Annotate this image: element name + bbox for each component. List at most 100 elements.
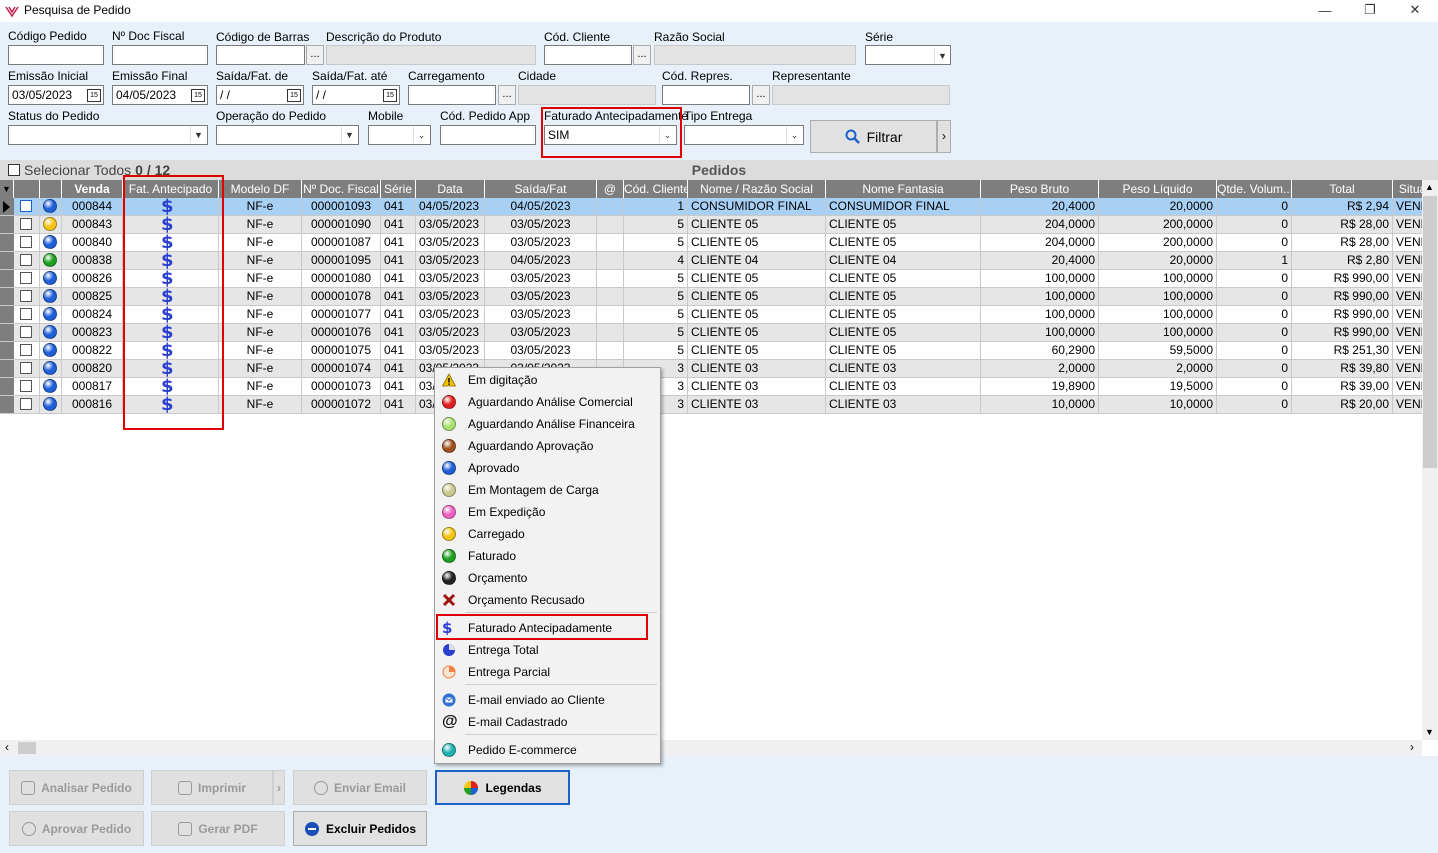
row-checkbox[interactable] <box>20 236 32 248</box>
serie-dropdown-icon[interactable]: ▼ <box>934 48 950 64</box>
row-cell-cod[interactable]: 5 <box>624 324 688 342</box>
row-cell-email[interactable] <box>597 324 624 342</box>
row-cell-fantasia[interactable]: CONSUMIDOR FINAL <box>826 198 981 216</box>
column-header[interactable]: @ <box>597 180 624 198</box>
row-cell-total[interactable]: R$ 20,00 <box>1292 396 1393 414</box>
row-cell-situa[interactable]: VEND <box>1393 324 1422 342</box>
row-cell-bruto[interactable]: 20,4000 <box>981 198 1099 216</box>
row-cell-situa[interactable]: VEND <box>1393 216 1422 234</box>
column-header[interactable]: Nome Fantasia <box>826 180 981 198</box>
vertical-scroll-thumb[interactable] <box>1423 196 1437 468</box>
row-cell-serie[interactable]: 041 <box>381 270 416 288</box>
row-cell-fantasia[interactable]: CLIENTE 05 <box>826 216 981 234</box>
column-header[interactable]: Data <box>416 180 485 198</box>
row-select-cell[interactable] <box>14 270 40 288</box>
row-cell-cod[interactable]: 5 <box>624 342 688 360</box>
row-indicator[interactable] <box>0 396 14 414</box>
close-button[interactable]: ✕ <box>1395 0 1435 20</box>
row-cell-data[interactable]: 03/05/2023 <box>416 288 485 306</box>
cod-repres-input[interactable] <box>662 85 750 105</box>
row-cell-total[interactable]: R$ 39,00 <box>1292 378 1393 396</box>
row-indicator[interactable] <box>0 288 14 306</box>
row-cell-liquido[interactable]: 200,0000 <box>1099 216 1217 234</box>
excluir-pedidos-button[interactable]: Excluir Pedidos <box>293 811 427 846</box>
horizontal-scroll-thumb[interactable] <box>18 742 36 754</box>
chevron-down-icon[interactable]: ⌄ <box>786 127 802 143</box>
column-header[interactable]: Série <box>381 180 416 198</box>
row-cell-email[interactable] <box>597 216 624 234</box>
row-cell-situa[interactable]: VEND <box>1393 198 1422 216</box>
row-cell-modelo[interactable]: NF-e <box>219 378 302 396</box>
row-select-cell[interactable] <box>14 234 40 252</box>
row-cell-total[interactable]: R$ 28,00 <box>1292 216 1393 234</box>
row-cell-nome[interactable]: CLIENTE 05 <box>688 324 826 342</box>
razao-social-input[interactable] <box>654 45 856 65</box>
row-cell-email[interactable] <box>597 288 624 306</box>
row-cell-nome[interactable]: CLIENTE 05 <box>688 288 826 306</box>
row-cell-liquido[interactable]: 100,0000 <box>1099 270 1217 288</box>
row-cell-qtde[interactable]: 0 <box>1217 234 1292 252</box>
row-cell-data[interactable]: 04/05/2023 <box>416 198 485 216</box>
row-cell-modelo[interactable]: NF-e <box>219 198 302 216</box>
row-cell-doc[interactable]: 000001087 <box>302 234 381 252</box>
row-cell-fantasia[interactable]: CLIENTE 05 <box>826 306 981 324</box>
descricao-produto-input[interactable] <box>326 45 536 65</box>
operacao-pedido-select[interactable]: ▼ <box>216 125 359 145</box>
row-checkbox[interactable] <box>20 308 32 320</box>
codigo-barras-lookup-button[interactable]: ... <box>306 45 324 65</box>
row-select-cell[interactable] <box>14 306 40 324</box>
row-cell-modelo[interactable]: NF-e <box>219 252 302 270</box>
row-cell-liquido[interactable]: 100,0000 <box>1099 306 1217 324</box>
row-cell-cod[interactable]: 4 <box>624 252 688 270</box>
row-indicator[interactable] <box>0 342 14 360</box>
row-cell-venda[interactable]: 000844 <box>62 198 123 216</box>
row-cell-nome[interactable]: CLIENTE 05 <box>688 306 826 324</box>
legend-menu-item[interactable]: Orçamento Recusado <box>435 589 660 611</box>
column-header[interactable]: Venda <box>62 180 123 198</box>
row-cell-nome[interactable]: CLIENTE 03 <box>688 378 826 396</box>
row-select-cell[interactable] <box>14 378 40 396</box>
scroll-down-icon[interactable]: ▼ <box>1425 727 1434 737</box>
column-header[interactable]: Nº Doc. Fiscal <box>302 180 381 198</box>
row-cell-qtde[interactable]: 0 <box>1217 216 1292 234</box>
status-cell[interactable] <box>40 324 62 342</box>
row-cell-qtde[interactable]: 0 <box>1217 288 1292 306</box>
row-select-cell[interactable] <box>14 360 40 378</box>
row-cell-data[interactable]: 03/05/2023 <box>416 306 485 324</box>
row-cell-qtde[interactable]: 0 <box>1217 396 1292 414</box>
row-checkbox[interactable] <box>20 380 32 392</box>
row-checkbox[interactable] <box>20 398 32 410</box>
column-header[interactable]: Qtde. Volum... <box>1217 180 1292 198</box>
row-cell-bruto[interactable]: 100,0000 <box>981 288 1099 306</box>
row-cell-situa[interactable]: VEND <box>1393 396 1422 414</box>
column-header[interactable]: Cód. Cliente <box>624 180 688 198</box>
row-cell-situa[interactable]: VEND <box>1393 252 1422 270</box>
row-cell-liquido[interactable]: 10,0000 <box>1099 396 1217 414</box>
legend-menu-item[interactable]: Aguardando Aprovação <box>435 435 660 457</box>
row-cell-fantasia[interactable]: CLIENTE 05 <box>826 234 981 252</box>
calendar-icon[interactable]: 15 <box>87 89 101 102</box>
chevron-down-icon[interactable]: ⌄ <box>413 127 429 143</box>
row-cell-data[interactable]: 03/05/2023 <box>416 216 485 234</box>
row-cell-modelo[interactable]: NF-e <box>219 270 302 288</box>
row-cell-serie[interactable]: 041 <box>381 234 416 252</box>
column-header[interactable]: Situa <box>1393 180 1422 198</box>
column-header[interactable]: Peso Bruto <box>981 180 1099 198</box>
grid-header-indicator[interactable]: ▼ <box>0 180 14 198</box>
select-all-checkbox[interactable] <box>8 164 20 176</box>
row-cell-serie[interactable]: 041 <box>381 198 416 216</box>
row-cell-email[interactable] <box>597 270 624 288</box>
row-cell-qtde[interactable]: 0 <box>1217 306 1292 324</box>
tipo-entrega-select[interactable]: ⌄ <box>684 125 804 145</box>
row-cell-data[interactable]: 03/05/2023 <box>416 234 485 252</box>
horizontal-scrollbar[interactable] <box>0 740 1422 756</box>
row-cell-doc[interactable]: 000001076 <box>302 324 381 342</box>
row-cell-doc[interactable]: 000001078 <box>302 288 381 306</box>
row-cell-venda[interactable]: 000820 <box>62 360 123 378</box>
status-cell[interactable] <box>40 216 62 234</box>
row-cell-data[interactable]: 03/05/2023 <box>416 324 485 342</box>
row-cell-bruto[interactable]: 2,0000 <box>981 360 1099 378</box>
row-cell-qtde[interactable]: 0 <box>1217 198 1292 216</box>
row-select-cell[interactable] <box>14 252 40 270</box>
row-cell-qtde[interactable]: 0 <box>1217 270 1292 288</box>
